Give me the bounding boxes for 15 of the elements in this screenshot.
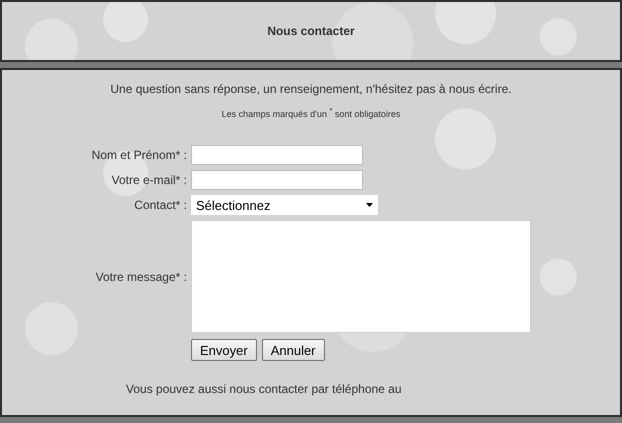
page-title: Nous contacter bbox=[267, 24, 355, 38]
phone-note: Vous pouvez aussi nous contacter par téléphone au bbox=[126, 382, 403, 396]
field-label: Votre message* : bbox=[94, 270, 188, 284]
message-field[interactable] bbox=[191, 220, 531, 333]
field-label: Contact* : bbox=[133, 198, 188, 212]
contact-dropdown[interactable]: Sélectionnez bbox=[191, 195, 378, 215]
required-note: Les champs marqués d'un $^{*}$ sont obligatoires bbox=[220, 106, 402, 119]
form-button[interactable]: Annuler bbox=[262, 339, 325, 361]
intro-text: Une question sans réponse, un renseignement, n'hésitez pas à nous écrire. bbox=[109, 82, 513, 96]
field-label: Votre e-mail* : bbox=[110, 173, 188, 187]
caret-icon bbox=[366, 203, 373, 207]
field-label: Nom et Prénom* : bbox=[90, 148, 188, 162]
input-field[interactable] bbox=[191, 170, 363, 190]
input-field[interactable] bbox=[191, 145, 363, 165]
form-button[interactable]: Envoyer bbox=[191, 339, 257, 361]
